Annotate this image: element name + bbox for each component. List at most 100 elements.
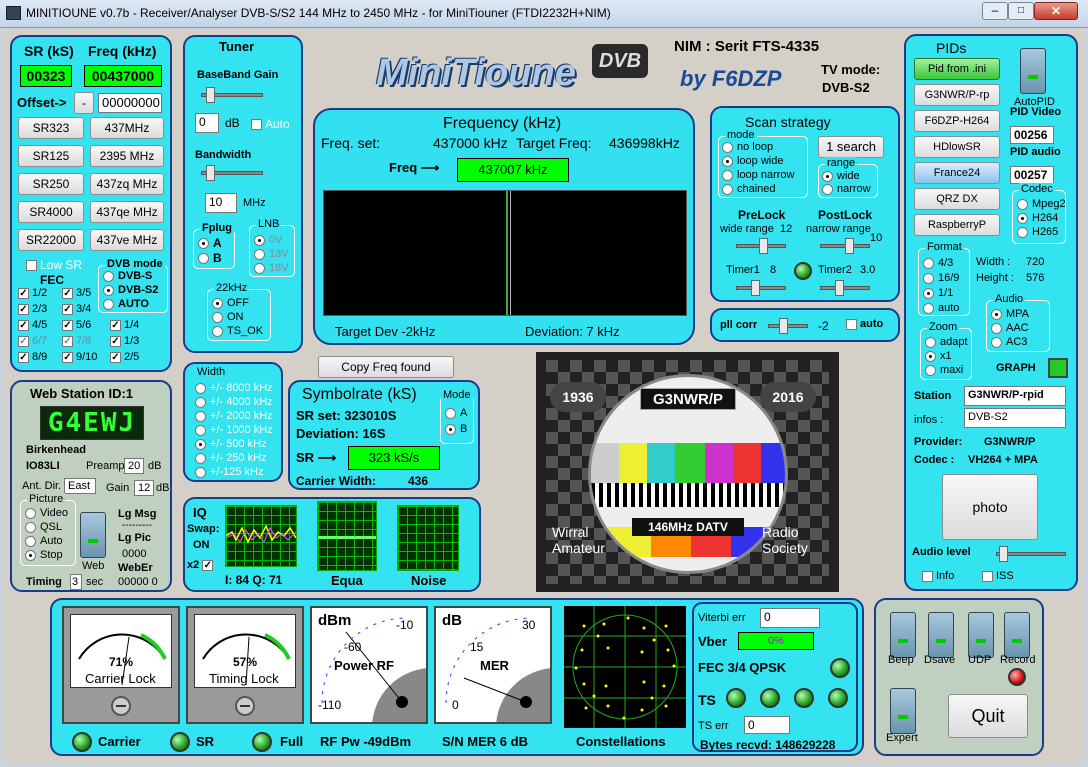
format-auto-radio[interactable]: auto (923, 302, 959, 314)
station-value[interactable]: G3NWR/P-rpid (964, 386, 1066, 406)
pid-audio-value[interactable]: 00257 (1010, 166, 1054, 184)
pid-video-value[interactable]: 00256 (1010, 126, 1054, 144)
pid-preset-button[interactable]: France24 (914, 162, 1000, 184)
picture-qsl-radio[interactable]: QSL (25, 521, 62, 533)
iss-checkbox[interactable]: ISS (982, 570, 1014, 582)
fplug-a-radio[interactable]: A (198, 236, 222, 250)
lnb-0v-radio[interactable]: 0V (254, 234, 282, 246)
22khz-on-radio[interactable]: ON (212, 311, 244, 323)
width-radio[interactable]: +/- 500 kHz (195, 438, 267, 450)
zoom-maxi-radio[interactable]: maxi (925, 364, 963, 376)
fec-checkbox[interactable]: ✓ 9/10 (62, 351, 97, 363)
scan-mode-radio[interactable]: loop narrow (722, 169, 794, 181)
format-4-3-radio[interactable]: 4/3 (923, 257, 953, 269)
audio-ac3-radio[interactable]: AC3 (991, 336, 1027, 348)
fec-checkbox[interactable]: ✓ 1/2 (18, 287, 47, 299)
fec-checkbox[interactable]: ✓ 3/4 (62, 303, 91, 315)
pid-preset-button[interactable]: QRZ DX (914, 188, 1000, 210)
fec-extra-checkbox[interactable]: ✓ 1/4 (110, 319, 139, 331)
prelock-slider[interactable] (736, 238, 786, 254)
freq-preset-button[interactable]: 2395 MHz (90, 145, 164, 167)
audio-aac-radio[interactable]: AAC (991, 322, 1029, 334)
fec-checkbox[interactable]: ✓ 2/3 (18, 303, 47, 315)
bandwidth-slider[interactable] (201, 165, 263, 181)
picture-auto-radio[interactable]: Auto (25, 535, 63, 547)
copy-freq-button[interactable]: Copy Freq found (318, 356, 454, 378)
audio-mpa-radio[interactable]: MPA (991, 308, 1029, 320)
zoom-x1-radio[interactable]: x1 (925, 350, 952, 362)
preamp-value[interactable]: 20 (124, 458, 144, 474)
dvb-mode-radio[interactable]: DVB-S2 (103, 284, 158, 296)
freq-preset-button[interactable]: 437ve MHz (90, 229, 164, 251)
expert-switch[interactable] (890, 688, 916, 734)
udp-switch[interactable] (968, 612, 994, 658)
graph-toggle[interactable] (1048, 358, 1068, 378)
sr-preset-button[interactable]: SR4000 (18, 201, 84, 223)
pid-preset-button[interactable]: G3NWR/P-rp (914, 84, 1000, 106)
timing-value[interactable]: 3 (70, 574, 82, 590)
maximize-button[interactable]: □ (1008, 2, 1034, 20)
22khz-off-radio[interactable]: OFF (212, 297, 249, 309)
fec-extra-checkbox[interactable]: ✓ 2/5 (110, 351, 139, 363)
bandwidth-value[interactable]: 10 (205, 193, 237, 213)
fec-checkbox[interactable]: ✓ 3/5 (62, 287, 91, 299)
pid-preset-button[interactable]: HDlowSR (914, 136, 1000, 158)
freq-preset-button[interactable]: 437qe MHz (90, 201, 164, 223)
range-narrow-radio[interactable]: narrow (822, 183, 871, 195)
fec-checkbox[interactable]: ✓ 4/5 (18, 319, 47, 331)
sr-mode-b-radio[interactable]: B (445, 423, 467, 435)
sr-value[interactable]: 00323 (20, 65, 72, 87)
sr-preset-button[interactable]: SR125 (18, 145, 84, 167)
low-sr-checkbox[interactable]: Low SR (26, 258, 82, 272)
offset-value[interactable]: 00000000 (98, 93, 162, 113)
web-switch[interactable] (80, 512, 106, 558)
lnb-13v-radio[interactable]: 13V (254, 248, 289, 260)
pll-corr-slider[interactable] (768, 318, 808, 334)
record-switch[interactable] (1004, 612, 1030, 658)
width-radio[interactable]: +/- 250 kHz (195, 452, 267, 464)
sr-mode-a-radio[interactable]: A (445, 407, 467, 419)
beep-switch[interactable] (890, 612, 916, 658)
timer2-slider[interactable] (820, 280, 870, 296)
postlock-slider[interactable] (820, 238, 870, 254)
info-checkbox[interactable]: Info (922, 570, 954, 582)
codec-h264-radio[interactable]: H264 (1017, 212, 1058, 224)
fec-checkbox[interactable]: ✓ 7/8 (62, 335, 91, 347)
audio-level-slider[interactable] (996, 546, 1066, 562)
format-16-9-radio[interactable]: 16/9 (923, 272, 959, 284)
22khz-tsok-radio[interactable]: TS_OK (212, 325, 263, 337)
pid-preset-button[interactable]: Pid from .ini (914, 58, 1000, 80)
fec-checkbox[interactable]: ✓ 6/7 (18, 335, 47, 347)
freq-preset-button[interactable]: 437zq MHz (90, 173, 164, 195)
zoom-adapt-radio[interactable]: adapt (925, 336, 968, 348)
auto-checkbox[interactable]: Auto (251, 117, 290, 131)
fec-checkbox[interactable]: ✓ 5/6 (62, 319, 91, 331)
codec-h265-radio[interactable]: H265 (1017, 226, 1058, 238)
search-button[interactable]: 1 search (818, 136, 884, 158)
bb-gain-value[interactable]: 0 (195, 113, 219, 133)
pid-preset-button[interactable]: RaspberryP (914, 214, 1000, 236)
freq-value[interactable]: 00437000 (84, 65, 162, 87)
picture-stop-radio[interactable]: Stop (25, 549, 63, 561)
sr-preset-button[interactable]: SR250 (18, 173, 84, 195)
dsave-switch[interactable] (928, 612, 954, 658)
picture-video-radio[interactable]: Video (25, 507, 68, 519)
minimize-button[interactable]: – (982, 2, 1008, 20)
scan-mode-radio[interactable]: loop wide (722, 155, 783, 167)
quit-button[interactable]: Quit (948, 694, 1028, 738)
freq-preset-button[interactable]: 437MHz (90, 117, 164, 139)
dvb-mode-radio[interactable]: DVB-S (103, 270, 152, 282)
offset-sign-button[interactable]: - (74, 92, 94, 114)
codec-mpeg2-radio[interactable]: Mpeg2 (1017, 198, 1066, 210)
width-radio[interactable]: +/- 2000 kHz (195, 410, 273, 422)
width-radio[interactable]: +/-125 kHz (195, 466, 264, 478)
close-button[interactable]: ✕ (1034, 2, 1078, 20)
width-radio[interactable]: +/- 4000 kHz (195, 396, 273, 408)
infos-value[interactable]: DVB-S2 (964, 408, 1066, 428)
fplug-b-radio[interactable]: B (198, 251, 222, 265)
lnb-18v-radio[interactable]: 18V (254, 262, 289, 274)
sr-preset-button[interactable]: SR22000 (18, 229, 84, 251)
fec-extra-checkbox[interactable]: ✓ 1/3 (110, 335, 139, 347)
fec-checkbox[interactable]: ✓ 8/9 (18, 351, 47, 363)
width-radio[interactable]: +/- 8000 kHz (195, 382, 273, 394)
